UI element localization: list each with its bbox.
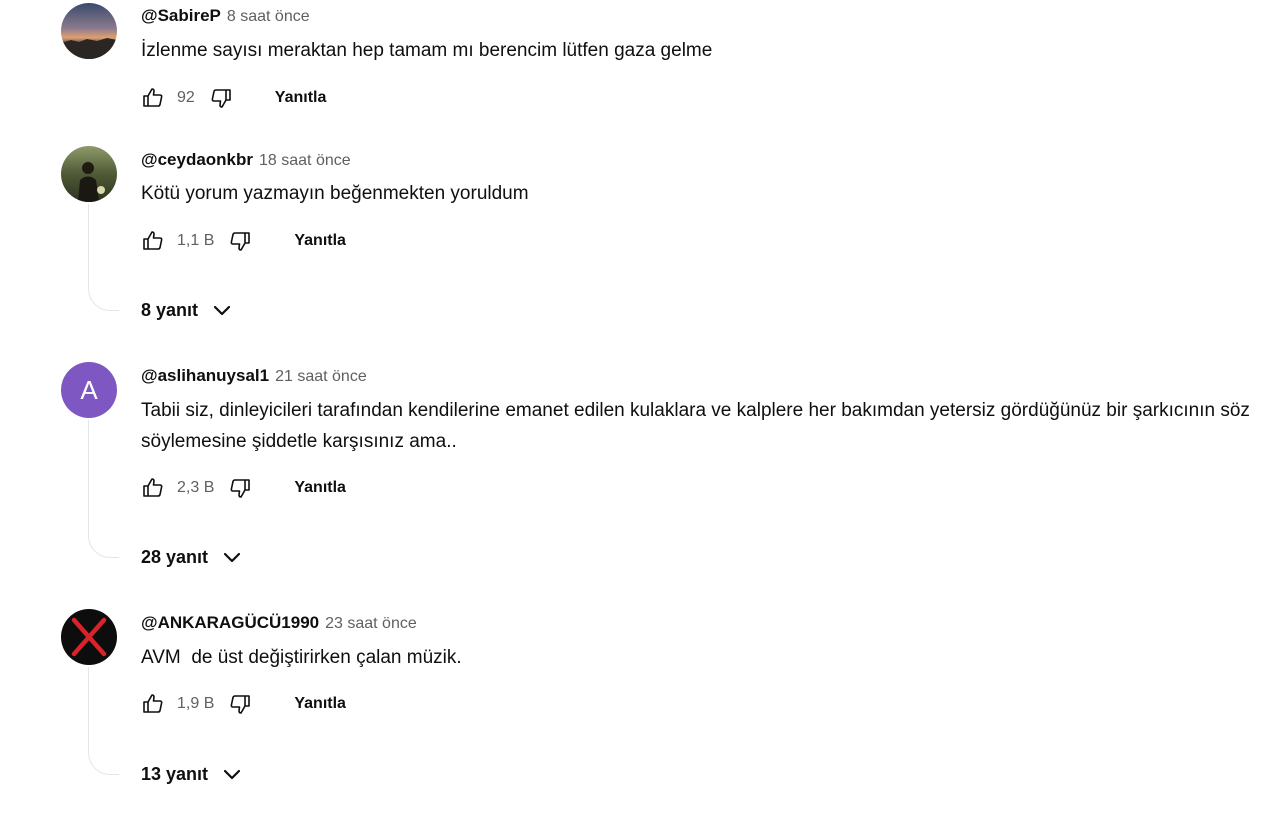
chevron-down-icon — [220, 762, 244, 786]
comment-text: Tabii siz, dinleyicileri tarafından kend… — [141, 400, 1250, 452]
thumbs-up-icon[interactable] — [141, 476, 165, 500]
thumbs-up-icon[interactable] — [141, 86, 165, 110]
comment-author[interactable]: @ANKARAGÜCÜ1990 — [141, 613, 319, 632]
comment-text: AVM de üst değiştirirken çalan müzik. — [141, 647, 462, 668]
like-count: 2,3 B — [177, 479, 215, 496]
comment-actions: 92 Yanıtla — [141, 84, 326, 112]
show-replies-button[interactable]: 8 yanıt — [141, 298, 234, 322]
reply-button[interactable]: Yanıtla — [294, 479, 346, 497]
avatar[interactable]: A — [61, 362, 117, 418]
comment-actions: 1,9 B Yanıtla — [141, 690, 346, 718]
thread-connector — [88, 667, 119, 775]
reply-button[interactable]: Yanıtla — [294, 232, 346, 250]
reply-button[interactable]: Yanıtla — [275, 89, 327, 107]
comment-author[interactable]: @SabireP — [141, 6, 221, 25]
comment-header: @ANKARAGÜCÜ1990 23 saat önce — [141, 613, 417, 633]
avatar[interactable] — [61, 609, 117, 665]
thumbs-down-icon[interactable] — [228, 229, 252, 253]
avatar[interactable] — [61, 146, 117, 202]
replies-count: 28 yanıt — [141, 546, 209, 567]
reply-button[interactable]: Yanıtla — [294, 695, 346, 713]
comment-header: @ceydaonkbr 18 saat önce — [141, 150, 351, 170]
thumbs-down-icon[interactable] — [228, 476, 252, 500]
sunset-photo-avatar — [61, 3, 117, 59]
show-replies-button[interactable]: 13 yanıt — [141, 762, 244, 786]
thumbs-up-icon[interactable] — [141, 692, 165, 716]
red-x-avatar — [61, 609, 117, 665]
comment-text: Kötü yorum yazmayın beğenmekten yoruldum — [141, 183, 529, 204]
like-count: 1,9 B — [177, 695, 215, 712]
thread-connector — [88, 420, 119, 558]
replies-count: 8 yanıt — [141, 299, 199, 320]
comment-header: @SabireP 8 saat önce — [141, 6, 310, 26]
comment-time[interactable]: 8 saat önce — [227, 8, 310, 25]
comment-actions: 1,1 B Yanıtla — [141, 227, 346, 255]
chevron-down-icon — [210, 298, 234, 322]
avatar[interactable] — [61, 3, 117, 59]
comment-text: İzlenme sayısı meraktan hep tamam mı ber… — [141, 40, 713, 61]
avatar-letter: A — [80, 374, 98, 405]
replies-count: 13 yanıt — [141, 763, 209, 784]
comment-actions: 2,3 B Yanıtla — [141, 474, 346, 502]
comment-header: @aslihanuysal1 21 saat önce — [141, 366, 367, 386]
comment-time[interactable]: 21 saat önce — [275, 368, 367, 385]
thumbs-down-icon[interactable] — [209, 86, 233, 110]
thread-connector — [88, 204, 119, 311]
person-photo-avatar — [61, 146, 117, 202]
thumbs-up-icon[interactable] — [141, 229, 165, 253]
comment-author[interactable]: @ceydaonkbr — [141, 150, 253, 169]
thumbs-down-icon[interactable] — [228, 692, 252, 716]
comment-time[interactable]: 23 saat önce — [325, 615, 417, 632]
like-count: 1,1 B — [177, 232, 215, 249]
like-count: 92 — [177, 89, 195, 106]
comment-time[interactable]: 18 saat önce — [259, 152, 351, 169]
chevron-down-icon — [220, 545, 244, 569]
comment-author[interactable]: @aslihanuysal1 — [141, 366, 269, 385]
show-replies-button[interactable]: 28 yanıt — [141, 545, 244, 569]
